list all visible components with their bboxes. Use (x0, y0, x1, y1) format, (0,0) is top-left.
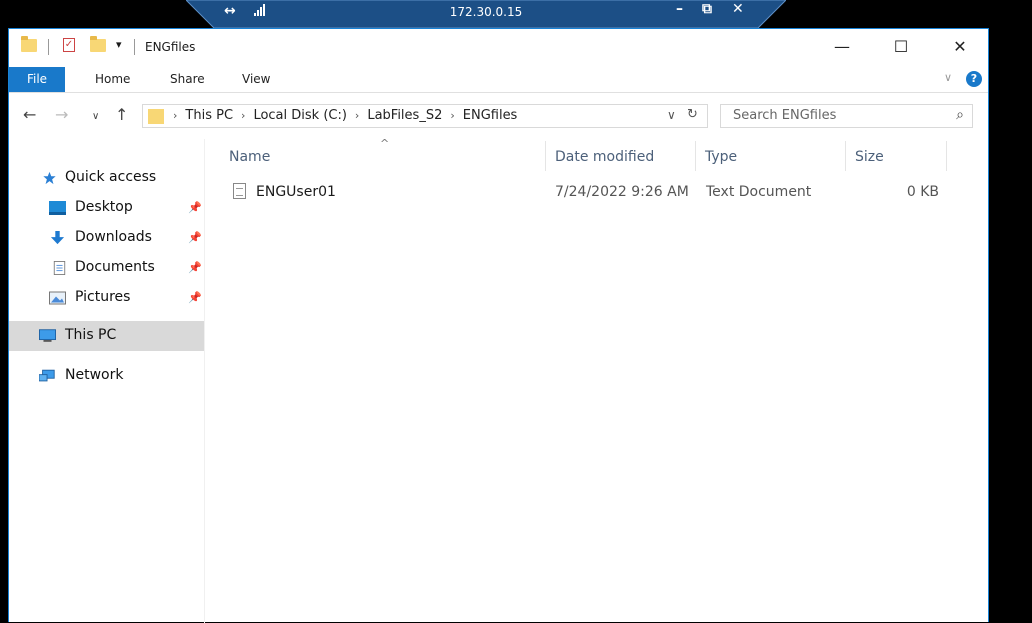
navigation-bar: ← → ∨ ↑ › This PC › Local Disk (C:) › La… (9, 103, 988, 133)
expand-ribbon-icon[interactable]: ∨ (944, 71, 952, 84)
navigation-pane: Quick access Desktop 📌 Downloads 📌 Docum… (9, 139, 205, 623)
file-explorer-window: ✓ ▾ ENGfiles — ☐ ✕ File Home Share View … (8, 28, 989, 623)
pin-icon[interactable]: 📌 (188, 291, 202, 304)
this-pc-icon (39, 329, 56, 342)
file-name[interactable]: ENGUser01 (256, 184, 336, 200)
sidebar-item-label: Documents (75, 259, 155, 275)
toolbar-divider (134, 39, 135, 55)
minimize-button[interactable]: — (819, 35, 865, 59)
pictures-icon (49, 291, 66, 305)
rdp-minimize-button[interactable]: – (676, 1, 683, 17)
help-icon[interactable]: ? (966, 71, 982, 87)
file-type: Text Document (706, 184, 812, 200)
refresh-icon[interactable]: ↻ (687, 107, 698, 122)
sidebar-item-downloads[interactable]: Downloads 📌 (9, 223, 204, 253)
pin-icon[interactable]: 📌 (188, 261, 202, 274)
breadcrumb-labfiles[interactable]: LabFiles_S2 (367, 108, 442, 123)
close-button[interactable]: ✕ (937, 35, 983, 59)
column-divider[interactable] (845, 141, 846, 171)
search-placeholder: Search ENGfiles (733, 108, 837, 123)
column-header-size[interactable]: Size (855, 149, 884, 165)
star-icon (43, 171, 56, 185)
rdp-restore-button[interactable]: ⧉ (702, 1, 712, 17)
sidebar-item-label: This PC (65, 327, 117, 343)
column-divider[interactable] (946, 141, 947, 171)
file-list: ^ Name Date modified Type Size ENGUser01… (205, 135, 989, 623)
column-header-type[interactable]: Type (705, 149, 737, 165)
breadcrumb-this-pc[interactable]: This PC (185, 108, 233, 123)
downloads-icon (50, 231, 65, 245)
new-folder-icon[interactable] (90, 36, 106, 52)
sidebar-item-quick-access[interactable]: Quick access (9, 163, 204, 193)
breadcrumb: › This PC › Local Disk (C:) › LabFiles_S… (173, 108, 517, 123)
breadcrumb-separator[interactable]: › (241, 109, 245, 122)
table-row[interactable]: ENGUser01 7/24/2022 9:26 AM Text Documen… (205, 177, 955, 207)
rdp-close-button[interactable]: ✕ (732, 1, 744, 17)
recent-locations-button[interactable]: ∨ (92, 111, 99, 122)
sidebar-item-pictures[interactable]: Pictures 📌 (9, 283, 204, 313)
sidebar-item-this-pc[interactable]: This PC (9, 321, 204, 351)
window-title: ENGfiles (145, 40, 196, 54)
pin-icon[interactable]: 📌 (188, 201, 202, 214)
rdp-host-address: 172.30.0.15 (449, 5, 523, 19)
back-button[interactable]: ← (23, 105, 36, 124)
documents-icon (53, 261, 66, 275)
column-divider[interactable] (695, 141, 696, 171)
folder-icon (21, 36, 37, 52)
file-date-modified: 7/24/2022 9:26 AM (555, 184, 689, 200)
file-size: 0 KB (906, 184, 939, 200)
desktop-icon (49, 201, 66, 215)
breadcrumb-local-disk[interactable]: Local Disk (C:) (253, 108, 346, 123)
sidebar-item-network[interactable]: Network (9, 361, 204, 391)
breadcrumb-separator[interactable]: › (450, 109, 454, 122)
sidebar-item-label: Pictures (75, 289, 131, 305)
search-input[interactable]: Search ENGfiles ⌕ (720, 104, 973, 128)
toolbar-divider (48, 39, 49, 55)
properties-icon[interactable]: ✓ (63, 38, 75, 52)
address-bar[interactable]: › This PC › Local Disk (C:) › LabFiles_S… (142, 104, 708, 128)
tab-view[interactable]: View (242, 67, 270, 92)
sidebar-item-desktop[interactable]: Desktop 📌 (9, 193, 204, 223)
tab-home[interactable]: Home (95, 67, 130, 92)
sidebar-item-documents[interactable]: Documents 📌 (9, 253, 204, 283)
sidebar-item-label: Downloads (75, 229, 152, 245)
ribbon-tabs: File Home Share View ∨ ? (9, 67, 988, 93)
title-bar[interactable]: ✓ ▾ ENGfiles — ☐ ✕ (9, 29, 988, 67)
tab-file[interactable]: File (9, 67, 65, 92)
breadcrumb-separator[interactable]: › (173, 109, 177, 122)
pin-icon[interactable]: 📌 (188, 231, 202, 244)
column-header-date-modified[interactable]: Date modified (555, 149, 654, 165)
column-header-name[interactable]: Name (229, 149, 270, 165)
quick-access-toolbar-dropdown[interactable]: ▾ (116, 38, 122, 51)
text-file-icon (233, 183, 246, 199)
sidebar-item-label: Network (65, 367, 124, 383)
search-icon[interactable]: ⌕ (956, 107, 964, 123)
address-history-dropdown[interactable]: ∨ (667, 108, 676, 122)
maximize-button[interactable]: ☐ (878, 35, 924, 59)
sort-indicator-icon: ^ (380, 137, 390, 150)
column-divider[interactable] (545, 141, 546, 171)
sidebar-item-label: Desktop (75, 199, 133, 215)
network-icon (39, 369, 55, 382)
tab-share[interactable]: Share (170, 67, 205, 92)
breadcrumb-separator[interactable]: › (355, 109, 359, 122)
sidebar-item-label: Quick access (65, 169, 157, 185)
rdp-connection-bar: ↔ 172.30.0.15 – ⧉ ✕ (186, 0, 786, 28)
forward-button[interactable]: → (55, 105, 68, 124)
up-button[interactable]: ↑ (115, 105, 128, 124)
folder-icon (148, 109, 164, 124)
breadcrumb-engfiles[interactable]: ENGfiles (463, 108, 518, 123)
